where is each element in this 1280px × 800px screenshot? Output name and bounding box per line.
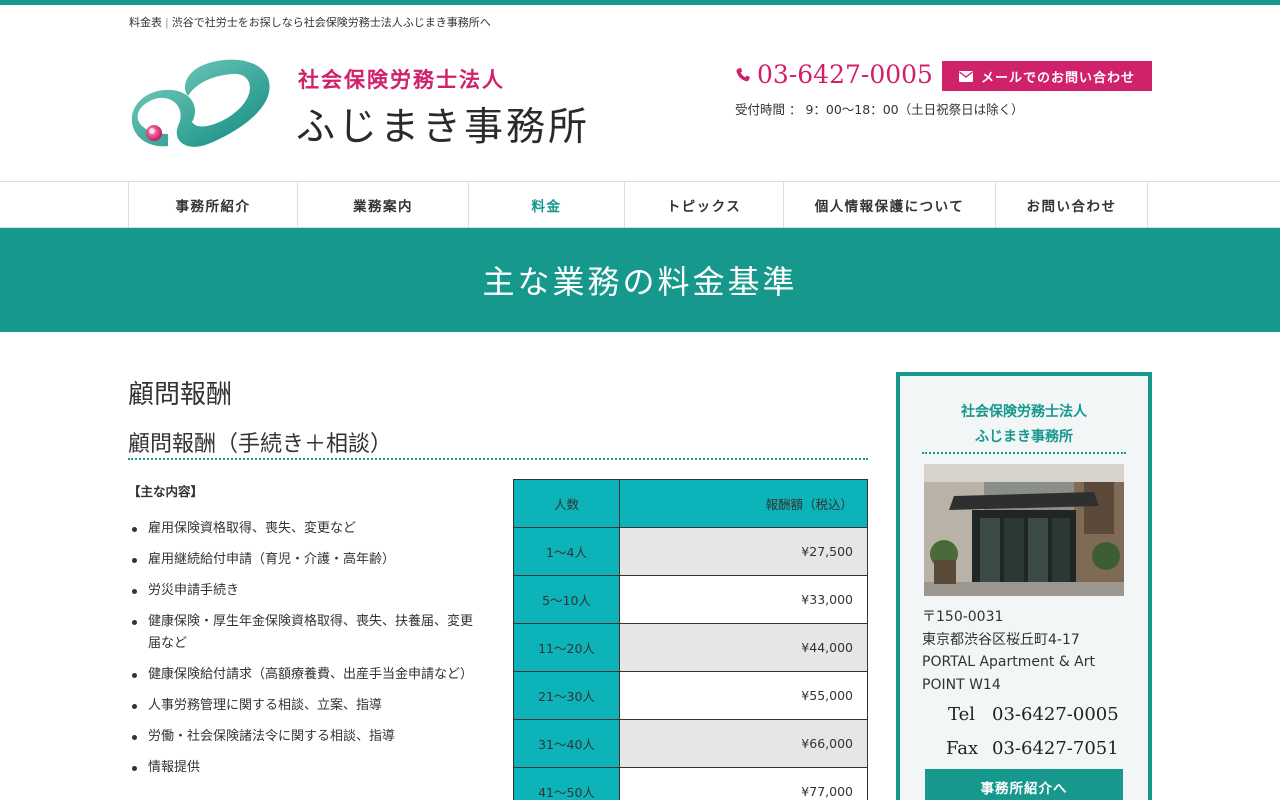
address-line-1: 東京都渋谷区桜丘町4-17 (922, 631, 1080, 648)
breadcrumb-current: 料金表 (129, 16, 162, 29)
top-accent-bar (0, 0, 1280, 5)
table-cell-people: 1〜4人 (513, 527, 620, 576)
address-line-2: PORTAL Apartment & Art (922, 654, 1096, 670)
table-cell-fee: ¥55,000 (619, 671, 868, 720)
nav-item-topics[interactable]: トピックス (625, 182, 784, 227)
logo-mark-icon (131, 59, 270, 147)
office-intro-button[interactable]: 事務所紹介へ (925, 769, 1123, 800)
office-sidebar: 社会保険労務士法人 ふじまき事務所 〒150-0031 東京都渋谷区桜丘町4-1… (896, 372, 1152, 800)
page-hero: 主な業務の料金基準 (0, 228, 1280, 332)
logo-name: ふじまき事務所 (296, 105, 591, 150)
table-cell-people: 11〜20人 (513, 623, 620, 672)
content-label: 【主な内容】 (128, 484, 204, 499)
logo-subtitle: 社会保険労務士法人 (298, 67, 505, 92)
list-item: 労災申請手続き (128, 580, 478, 602)
phone-number: 03-6427-0005 (757, 60, 933, 89)
table-cell-people: 41〜50人 (513, 767, 620, 800)
office-building-photo (924, 464, 1124, 596)
nav-item-privacy[interactable]: 個人情報保護について (784, 182, 996, 227)
table-cell-people: 21〜30人 (513, 671, 620, 720)
section-heading: 顧問報酬 (128, 380, 233, 410)
table-cell-fee: ¥33,000 (619, 575, 868, 624)
column-header-fee: 報酬額（税込） (619, 479, 868, 528)
list-item: 労働・社会保険諸法令に関する相談、指導 (128, 726, 478, 748)
table-row: 21〜30人 ¥55,000 (513, 671, 868, 720)
table-row: 11〜20人 ¥44,000 (513, 623, 868, 672)
header-phone[interactable]: 03-6427-0005 (735, 60, 933, 89)
service-list: 雇用保険資格取得、喪失、変更など 雇用継続給付申請（育児・介護・高年齢） 労災申… (128, 518, 478, 788)
table-cell-fee: ¥77,000 (619, 767, 868, 800)
address-line-3: POINT W14 (922, 676, 1001, 693)
fax-label: Fax (946, 738, 979, 759)
list-item: 健康保険・厚生年金保険資格取得、喪失、扶養届、変更届など (128, 611, 478, 655)
fee-table: 人数 報酬額（税込） 1〜4人 ¥27,500 5〜10人 ¥33,000 11… (513, 479, 868, 800)
table-cell-fee: ¥44,000 (619, 623, 868, 672)
fax-number: 03-6427-7051 (992, 738, 1119, 759)
breadcrumb-separator: | (165, 16, 169, 29)
column-header-people: 人数 (513, 479, 620, 528)
phone-icon (736, 67, 750, 81)
list-item: 雇用保険資格取得、喪失、変更など (128, 518, 478, 540)
envelope-icon (958, 70, 973, 82)
nav-item-contact[interactable]: お問い合わせ (996, 182, 1148, 227)
list-item: 人事労務管理に関する相談、立案、指導 (128, 695, 478, 717)
list-item: 健康保険給付請求（高額療養費、出産手当金申請など） (128, 664, 478, 686)
tel-label: Tel (948, 704, 976, 725)
table-cell-people: 5〜10人 (513, 575, 620, 624)
table-cell-people: 31〜40人 (513, 719, 620, 768)
table-cell-fee: ¥66,000 (619, 719, 868, 768)
table-row: 1〜4人 ¥27,500 (513, 527, 868, 576)
breadcrumb: 料金表 | 渋谷で社労士をお探しなら社会保険労務士法人ふじまき事務所へ (129, 14, 491, 30)
table-cell-fee: ¥27,500 (619, 527, 868, 576)
nav-item-services[interactable]: 業務案内 (298, 182, 469, 227)
sidebar-fax: Fax 03-6427-7051 (946, 738, 1119, 759)
business-hours: 受付時間 ： 9：00〜18：00（土日祝祭日は除く） (735, 102, 1024, 117)
breadcrumb-site-link[interactable]: 渋谷で社労士をお探しなら社会保険労務士法人ふじまき事務所へ (172, 16, 491, 29)
list-item: 情報提供 (128, 757, 478, 779)
table-row: 31〜40人 ¥66,000 (513, 719, 868, 768)
page-title: 主な業務の料金基準 (482, 263, 798, 301)
office-address: 〒150-0031 東京都渋谷区桜丘町4-17 PORTAL Apartment… (922, 606, 1095, 696)
table-row: 41〜50人 ¥77,000 (513, 767, 868, 800)
nav-item-about[interactable]: 事務所紹介 (129, 182, 298, 227)
sidebar-title: 社会保険労務士法人 ふじまき事務所 (922, 400, 1126, 454)
site-logo[interactable]: 社会保険労務士法人 ふじまき事務所 (128, 56, 648, 160)
sidebar-title-line1: 社会保険労務士法人 (961, 404, 1087, 420)
tel-number: 03-6427-0005 (992, 704, 1119, 725)
list-item: 雇用継続給付申請（育児・介護・高年齢） (128, 549, 478, 571)
postal-code: 〒150-0031 (922, 609, 1004, 625)
table-row: 5〜10人 ¥33,000 (513, 575, 868, 624)
sidebar-title-line2: ふじまき事務所 (975, 429, 1073, 445)
table-header-row: 人数 報酬額（税込） (513, 479, 868, 528)
section-subheading: 顧問報酬（手続き＋相談） (128, 426, 868, 460)
sidebar-tel[interactable]: Tel 03-6427-0005 (948, 704, 1119, 725)
main-nav: 事務所紹介 業務案内 料金 トピックス 個人情報保護について お問い合わせ (0, 181, 1280, 228)
mail-contact-button[interactable]: メールでのお問い合わせ (942, 61, 1152, 91)
mail-button-label: メールでのお問い合わせ (980, 70, 1135, 86)
nav-item-fees[interactable]: 料金 (469, 182, 625, 227)
